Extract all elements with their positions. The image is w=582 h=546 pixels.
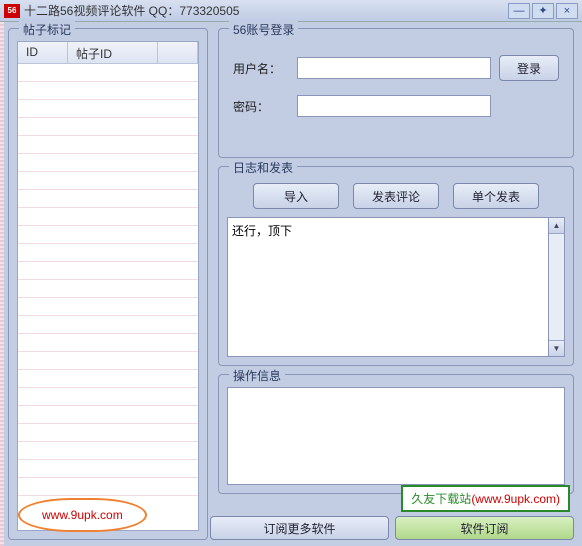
table-row[interactable] bbox=[18, 64, 198, 82]
single-button[interactable]: 单个发表 bbox=[453, 183, 539, 209]
table-row[interactable] bbox=[18, 190, 198, 208]
table-body[interactable] bbox=[18, 64, 198, 530]
group-log-legend: 操作信息 bbox=[229, 367, 285, 384]
table-row[interactable] bbox=[18, 352, 198, 370]
table-row[interactable] bbox=[18, 298, 198, 316]
login-button[interactable]: 登录 bbox=[499, 55, 559, 81]
table-row[interactable] bbox=[18, 226, 198, 244]
table-row[interactable] bbox=[18, 460, 198, 478]
username-label: 用户名： bbox=[233, 60, 289, 77]
maximize-button[interactable]: ✦ bbox=[532, 3, 554, 19]
table-row[interactable] bbox=[18, 406, 198, 424]
table-row[interactable] bbox=[18, 154, 198, 172]
password-label: 密码： bbox=[233, 98, 289, 115]
post-button-row: 导入 发表评论 单个发表 bbox=[227, 183, 565, 209]
posts-table[interactable]: ID 帖子ID bbox=[17, 41, 199, 531]
scrollbar[interactable]: ▲ ▼ bbox=[549, 217, 565, 357]
scroll-down-icon[interactable]: ▼ bbox=[549, 340, 564, 356]
window-controls: — ✦ × bbox=[508, 3, 578, 19]
right-column: 56账号登录 用户名： 登录 密码： 日志和发表 导入 发表评论 单个发表 还行… bbox=[218, 28, 574, 540]
table-row[interactable] bbox=[18, 334, 198, 352]
log-output[interactable] bbox=[227, 387, 565, 485]
watermark-9upk: www.9upk.com bbox=[18, 498, 147, 532]
col-spacer bbox=[158, 42, 198, 63]
table-row[interactable] bbox=[18, 118, 198, 136]
table-row[interactable] bbox=[18, 136, 198, 154]
scroll-up-icon[interactable]: ▲ bbox=[549, 218, 564, 234]
titlebar: 56 十二路56视频评论软件 QQ：773320505 — ✦ × bbox=[0, 0, 582, 22]
watermark-text-a: 久友下载站 bbox=[411, 492, 471, 506]
table-header: ID 帖子ID bbox=[18, 42, 198, 64]
subscribe-button[interactable]: 订阅更多软件 bbox=[210, 516, 389, 540]
table-row[interactable] bbox=[18, 172, 198, 190]
app-icon: 56 bbox=[4, 4, 20, 18]
username-row: 用户名： 登录 bbox=[233, 55, 559, 81]
table-row[interactable] bbox=[18, 370, 198, 388]
table-row[interactable] bbox=[18, 82, 198, 100]
soft-subscribe-button[interactable]: 软件订阅 bbox=[395, 516, 574, 540]
import-button[interactable]: 导入 bbox=[253, 183, 339, 209]
password-input[interactable] bbox=[297, 95, 491, 117]
watermark-jiuyou: 久友下载站(www.9upk.com) bbox=[401, 485, 570, 512]
group-post: 日志和发表 导入 发表评论 单个发表 还行，顶下 ▲ ▼ bbox=[218, 166, 574, 366]
table-row[interactable] bbox=[18, 424, 198, 442]
client-area: 帖子标记 ID 帖子ID bbox=[0, 22, 582, 546]
table-row[interactable] bbox=[18, 478, 198, 496]
table-row[interactable] bbox=[18, 280, 198, 298]
group-log: 操作信息 bbox=[218, 374, 574, 494]
group-posts: 帖子标记 ID 帖子ID bbox=[8, 28, 208, 540]
left-edge-decoration bbox=[0, 22, 4, 546]
content-wrap: 还行，顶下 ▲ ▼ bbox=[227, 217, 565, 357]
password-row: 密码： bbox=[233, 95, 559, 117]
col-id[interactable]: ID bbox=[18, 42, 68, 63]
table-row[interactable] bbox=[18, 262, 198, 280]
content-textarea[interactable]: 还行，顶下 bbox=[227, 217, 549, 357]
table-row[interactable] bbox=[18, 316, 198, 334]
group-post-legend: 日志和发表 bbox=[229, 159, 297, 176]
left-column: 帖子标记 ID 帖子ID bbox=[8, 28, 208, 540]
table-row[interactable] bbox=[18, 244, 198, 262]
group-login: 56账号登录 用户名： 登录 密码： bbox=[218, 28, 574, 158]
col-post-id[interactable]: 帖子ID bbox=[68, 42, 158, 63]
table-row[interactable] bbox=[18, 442, 198, 460]
table-row[interactable] bbox=[18, 100, 198, 118]
table-row[interactable] bbox=[18, 388, 198, 406]
watermark-text-b: (www.9upk.com) bbox=[471, 492, 560, 506]
bottom-buttons: 订阅更多软件 软件订阅 bbox=[210, 516, 574, 540]
minimize-button[interactable]: — bbox=[508, 3, 530, 19]
close-button[interactable]: × bbox=[556, 3, 578, 19]
comment-button[interactable]: 发表评论 bbox=[353, 183, 439, 209]
window-title: 十二路56视频评论软件 QQ：773320505 bbox=[24, 2, 508, 19]
group-posts-legend: 帖子标记 bbox=[19, 21, 75, 38]
group-login-legend: 56账号登录 bbox=[229, 21, 298, 38]
username-input[interactable] bbox=[297, 57, 491, 79]
table-row[interactable] bbox=[18, 208, 198, 226]
